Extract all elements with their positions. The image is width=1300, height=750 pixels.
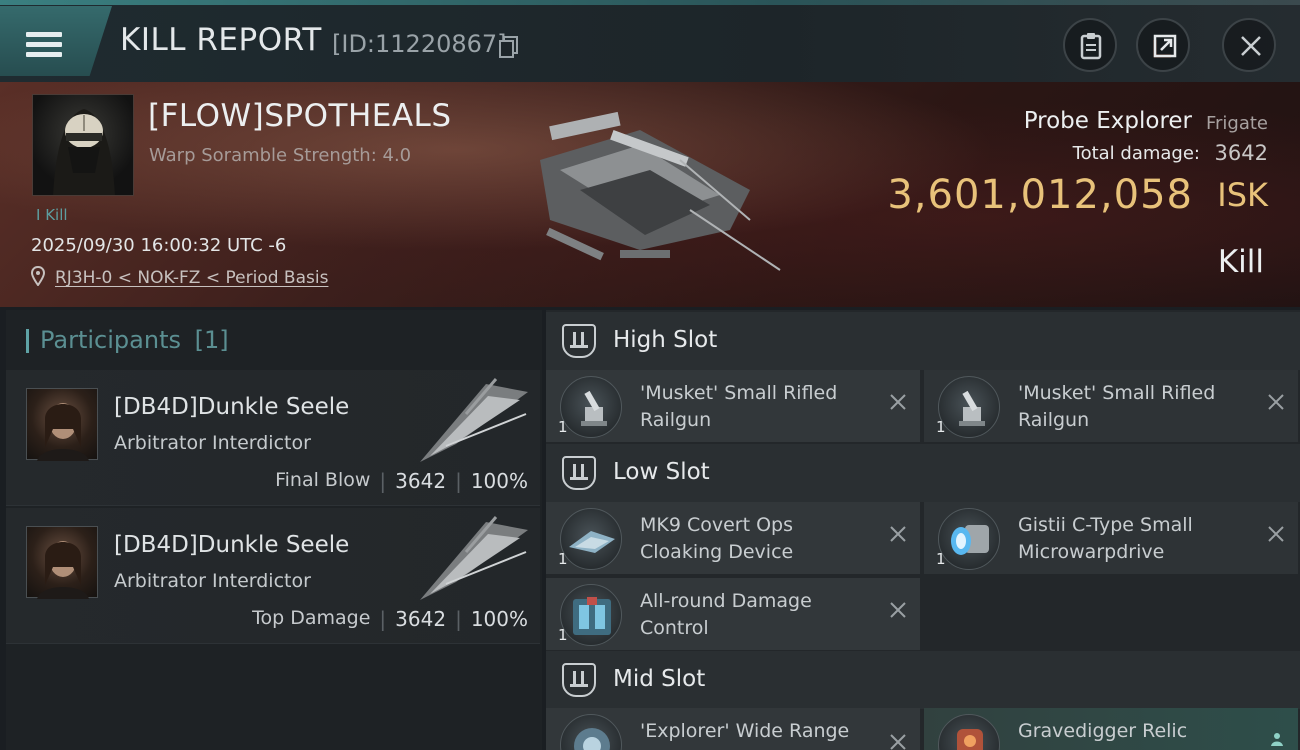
- destroyed-x-icon: [890, 734, 906, 750]
- participant-name[interactable]: [DB4D]Dunkle Seele: [114, 394, 349, 420]
- warp-scramble-strength: Warp Soramble Strength: 4.0: [149, 145, 412, 166]
- destroyed-x-icon: [890, 602, 906, 618]
- pilot-portrait-icon: [37, 403, 89, 461]
- module-mid-2[interactable]: Gravedigger Relic: [924, 708, 1298, 750]
- ship-name[interactable]: Probe Explorer: [1024, 108, 1192, 134]
- kill-count: I Kill: [36, 206, 68, 224]
- participants-header: Participants [1]: [28, 326, 229, 354]
- participant-damage: 3642: [395, 469, 447, 493]
- low-slot-icon: [562, 456, 596, 490]
- hamburger-icon: [26, 32, 62, 58]
- module-low-3[interactable]: 1 All-round Damage Control: [546, 578, 920, 650]
- ship-class: Frigate: [1205, 113, 1268, 134]
- mid-slot-title: Mid Slot: [613, 666, 706, 692]
- share-icon: [1153, 34, 1177, 58]
- location-link[interactable]: RJ3H-0 < NOK-FZ < Period Basis: [55, 268, 328, 288]
- module-low-2[interactable]: 1 Gistii C-Type Small Microwarpdrive: [924, 502, 1298, 574]
- isk-unit: ISK: [1217, 176, 1268, 214]
- participants-title: Participants: [40, 326, 181, 354]
- module-name: All-round Damage Control: [640, 590, 812, 639]
- report-id: [ID:11220867]: [332, 30, 507, 58]
- cloaking-device-icon: [560, 508, 622, 570]
- mid-slot-header: Mid Slot: [546, 651, 1300, 709]
- high-slot-header: High Slot: [546, 312, 1300, 370]
- participant-ship-icon: [420, 516, 528, 600]
- module-name: 'Explorer' Wide Range: [640, 720, 850, 742]
- damage-control-icon: [560, 584, 622, 646]
- high-slot-icon: [562, 324, 596, 358]
- module-quantity: 1: [936, 550, 946, 568]
- participant-row[interactable]: [DB4D]Dunkle Seele Arbitrator Interdicto…: [6, 508, 540, 644]
- module-name: 'Musket' Small Rifled Railgun: [640, 382, 838, 431]
- kill-timestamp: 2025/09/30 16:00:32 UTC -6: [31, 235, 287, 256]
- module-mid-1[interactable]: 'Explorer' Wide Range: [546, 708, 920, 750]
- hooded-pilot-icon: [53, 109, 115, 195]
- module-quantity: 1: [558, 626, 568, 644]
- close-icon: [1241, 36, 1261, 56]
- participant-percent: 100%: [470, 469, 528, 493]
- isk-value: 3,601,012,058: [887, 172, 1193, 218]
- victim-ship-render[interactable]: [520, 100, 790, 280]
- location-pin-icon: [31, 266, 45, 286]
- module-name: Gistii C-Type Small Microwarpdrive: [1018, 514, 1193, 563]
- clipboard-button[interactable]: [1063, 18, 1117, 72]
- share-button[interactable]: [1136, 18, 1190, 72]
- module-name: Gravedigger Relic: [1018, 720, 1188, 742]
- participant-ship: Arbitrator Interdictor: [114, 570, 311, 592]
- relic-analyzer-icon: [938, 714, 1000, 750]
- person-icon: [1271, 733, 1283, 746]
- destroyed-x-icon: [1268, 394, 1284, 410]
- total-damage-value: 3642: [1214, 141, 1268, 165]
- module-quantity: 1: [558, 418, 568, 436]
- kill-status: Kill: [1217, 244, 1264, 280]
- participant-stats: Final Blow | 3642 | 100%: [275, 469, 528, 493]
- module-quantity: 1: [558, 550, 568, 568]
- copy-icon[interactable]: [499, 36, 519, 58]
- participant-role: Final Blow: [275, 469, 371, 491]
- low-slot-title: Low Slot: [613, 459, 710, 485]
- module-quantity: 1: [936, 418, 946, 436]
- participant-ship-icon: [420, 378, 528, 462]
- victim-portrait[interactable]: [32, 94, 134, 196]
- destroyed-x-icon: [1268, 526, 1284, 542]
- microwarpdrive-icon: [938, 508, 1000, 570]
- participant-avatar: [26, 526, 98, 599]
- page-title: KILL REPORT: [120, 22, 322, 58]
- victim-name[interactable]: [FLOW]SPOTHEALS: [148, 98, 452, 134]
- close-button[interactable]: [1222, 18, 1276, 72]
- high-slot-title: High Slot: [613, 327, 718, 353]
- destroyed-x-icon: [890, 394, 906, 410]
- scanner-probe-launcher-icon: [560, 714, 622, 750]
- total-damage-label: Total damage:: [1072, 143, 1200, 164]
- module-high-2[interactable]: 1 'Musket' Small Rifled Railgun: [924, 370, 1298, 442]
- participants-count: [1]: [194, 326, 229, 354]
- participant-ship: Arbitrator Interdictor: [114, 432, 311, 454]
- participant-row[interactable]: [DB4D]Dunkle Seele Arbitrator Interdicto…: [6, 370, 540, 506]
- participant-role: Top Damage: [252, 607, 371, 629]
- mid-slot-icon: [562, 663, 596, 697]
- railgun-icon: [560, 376, 622, 438]
- low-slot-header: Low Slot: [546, 444, 1300, 502]
- participant-stats: Top Damage | 3642 | 100%: [252, 607, 528, 631]
- module-name: MK9 Covert Ops Cloaking Device: [640, 514, 794, 563]
- destroyed-x-icon: [890, 526, 906, 542]
- participant-damage: 3642: [395, 607, 447, 631]
- participant-avatar: [26, 388, 98, 461]
- top-accent-line: [0, 0, 1300, 5]
- module-low-1[interactable]: 1 MK9 Covert Ops Cloaking Device: [546, 502, 920, 574]
- participant-percent: 100%: [470, 607, 528, 631]
- module-high-1[interactable]: 1 'Musket' Small Rifled Railgun: [546, 370, 920, 442]
- pilot-portrait-icon: [37, 541, 89, 599]
- railgun-icon: [938, 376, 1000, 438]
- participant-name[interactable]: [DB4D]Dunkle Seele: [114, 532, 349, 558]
- clipboard-icon: [1080, 33, 1102, 60]
- module-name: 'Musket' Small Rifled Railgun: [1018, 382, 1216, 431]
